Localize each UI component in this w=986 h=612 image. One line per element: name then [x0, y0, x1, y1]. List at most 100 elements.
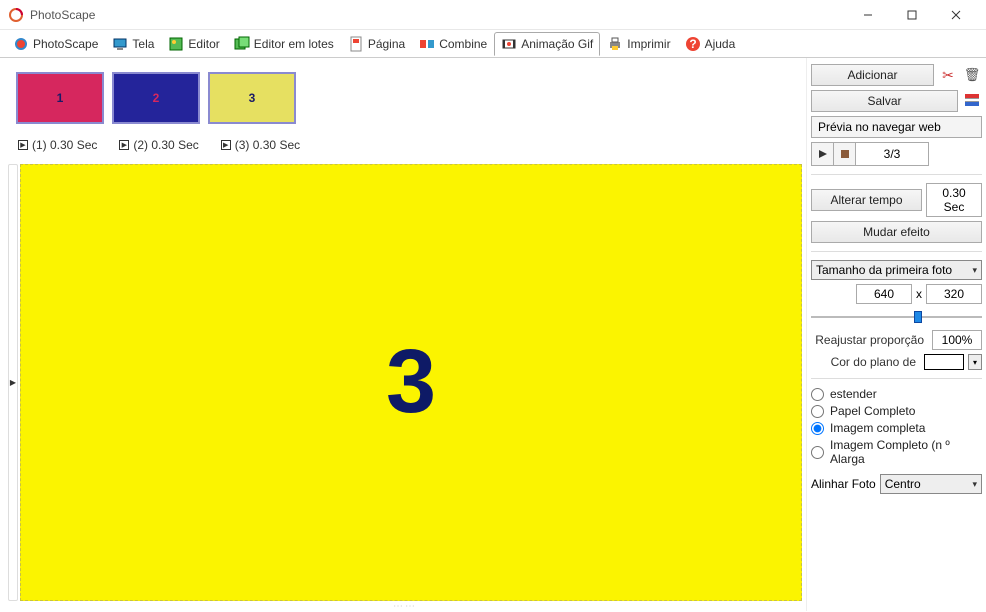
tab-batch-editor[interactable]: Editor em lotes	[227, 32, 341, 55]
maximize-button[interactable]	[890, 1, 934, 29]
separator	[811, 174, 982, 175]
tab-tela[interactable]: Tela	[105, 32, 161, 55]
add-button[interactable]: Adicionar	[811, 64, 934, 86]
radio-label: estender	[830, 387, 877, 401]
tab-label: Editor	[188, 37, 219, 51]
field-value: 640	[874, 287, 894, 301]
collapse-rail[interactable]: ▶	[8, 164, 18, 601]
tab-help[interactable]: ? Ajuda	[678, 32, 743, 55]
frame-thumbnail-2[interactable]: 2	[112, 72, 200, 124]
separator	[811, 251, 982, 252]
thumbnail-row: 1 2 3	[8, 68, 802, 128]
gif-icon	[501, 36, 517, 52]
preview-frame-number: 3	[386, 331, 436, 434]
thumb-label: 3	[249, 91, 256, 105]
tab-combine[interactable]: Combine	[412, 32, 494, 55]
svg-text:?: ?	[689, 37, 696, 51]
tab-strip: PhotoScape Tela Editor Editor em lotes P…	[0, 30, 986, 58]
play-button[interactable]	[812, 143, 834, 165]
print-icon	[607, 36, 623, 52]
main-area: 1 2 3 ▶ (1) 0.30 Sec ▶ (2) 0.30 Sec ▶ (3…	[0, 58, 986, 611]
change-effect-button[interactable]: Mudar efeito	[811, 221, 982, 243]
field-value: 320	[944, 287, 964, 301]
combine-icon	[419, 36, 435, 52]
right-panel: Adicionar Salvar Prévia no navegar web 3…	[806, 58, 986, 611]
photoscape-icon	[13, 36, 29, 52]
frame-info-row: ▶ (1) 0.30 Sec ▶ (2) 0.30 Sec ▶ (3) 0.30…	[8, 128, 802, 164]
stop-button[interactable]	[834, 143, 856, 165]
bg-color-swatch[interactable]	[924, 354, 964, 370]
frame-duration: (3) 0.30 Sec	[235, 138, 300, 152]
height-field[interactable]: 320	[926, 284, 982, 304]
button-label: Mudar efeito	[863, 225, 930, 239]
window-title: PhotoScape	[30, 8, 846, 22]
radio-full-image-no-enlarge[interactable]: Imagem Completo (n º Alarga	[811, 438, 982, 466]
layout-icon[interactable]	[962, 91, 982, 111]
help-icon: ?	[685, 36, 701, 52]
button-label: Alterar tempo	[830, 193, 902, 207]
play-icon: ▶	[221, 140, 231, 150]
change-time-button[interactable]: Alterar tempo	[811, 189, 922, 211]
width-field[interactable]: 640	[856, 284, 912, 304]
editor-icon	[168, 36, 184, 52]
button-label: Adicionar	[847, 68, 897, 82]
tab-print[interactable]: Imprimir	[600, 32, 677, 55]
tab-label: Imprimir	[627, 37, 670, 51]
tab-label: PhotoScape	[33, 37, 98, 51]
tab-label: Página	[368, 37, 405, 51]
time-value-field[interactable]: 0.30 Sec	[926, 183, 982, 217]
radio-input[interactable]	[811, 388, 824, 401]
align-label: Alinhar Foto	[811, 477, 876, 491]
batch-icon	[234, 36, 250, 52]
resize-grip[interactable]: ⋯⋯	[8, 601, 802, 611]
page-icon	[348, 36, 364, 52]
radio-full-image[interactable]: Imagem completa	[811, 421, 982, 435]
play-icon: ▶	[119, 140, 129, 150]
tab-editor[interactable]: Editor	[161, 32, 226, 55]
button-label: Salvar	[867, 94, 901, 108]
chevron-down-icon: ▾	[972, 265, 977, 276]
radio-label: Papel Completo	[830, 404, 915, 418]
radio-label: Imagem Completo (n º Alarga	[830, 438, 982, 466]
radio-input[interactable]	[811, 446, 824, 459]
size-mode-select[interactable]: Tamanho da primeira foto ▾	[811, 260, 982, 280]
align-select[interactable]: Centro ▾	[880, 474, 982, 494]
radio-full-paper[interactable]: Papel Completo	[811, 404, 982, 418]
bg-color-label: Cor do plano de	[811, 355, 920, 369]
field-value: 0.30 Sec	[942, 186, 965, 214]
frame-info-2: ▶ (2) 0.30 Sec	[119, 138, 198, 152]
tab-label: Tela	[132, 37, 154, 51]
minimize-button[interactable]	[846, 1, 890, 29]
slider-thumb[interactable]	[914, 311, 922, 323]
preview-web-button[interactable]: Prévia no navegar web	[811, 116, 982, 138]
app-icon	[8, 7, 24, 23]
left-pane: 1 2 3 ▶ (1) 0.30 Sec ▶ (2) 0.30 Sec ▶ (3…	[0, 58, 806, 611]
tab-photoscape[interactable]: PhotoScape	[6, 32, 105, 55]
frame-thumbnail-3[interactable]: 3	[208, 72, 296, 124]
preview-canvas[interactable]: 3	[20, 164, 802, 601]
screen-icon	[112, 36, 128, 52]
scissors-icon[interactable]	[938, 65, 958, 85]
thumb-label: 1	[57, 91, 64, 105]
play-icon: ▶	[18, 140, 28, 150]
size-slider[interactable]	[811, 308, 982, 326]
radio-input[interactable]	[811, 422, 824, 435]
save-button[interactable]: Salvar	[811, 90, 958, 112]
separator	[811, 378, 982, 379]
preview-container: ▶ 3	[8, 164, 802, 601]
tab-page[interactable]: Página	[341, 32, 412, 55]
radio-input[interactable]	[811, 405, 824, 418]
slider-track	[811, 316, 982, 318]
tab-label: Ajuda	[705, 37, 736, 51]
readjust-value-field[interactable]: 100%	[932, 330, 982, 350]
bg-color-dropdown[interactable]: ▾	[968, 354, 982, 370]
frame-thumbnail-1[interactable]: 1	[16, 72, 104, 124]
chevron-right-icon: ▶	[10, 378, 16, 387]
trash-icon[interactable]	[962, 65, 982, 85]
radio-extend[interactable]: estender	[811, 387, 982, 401]
frame-duration: (1) 0.30 Sec	[32, 138, 97, 152]
tab-animated-gif[interactable]: Animação Gif	[494, 32, 600, 56]
radio-label: Imagem completa	[830, 421, 925, 435]
close-button[interactable]	[934, 1, 978, 29]
button-label: Prévia no navegar web	[818, 120, 941, 134]
